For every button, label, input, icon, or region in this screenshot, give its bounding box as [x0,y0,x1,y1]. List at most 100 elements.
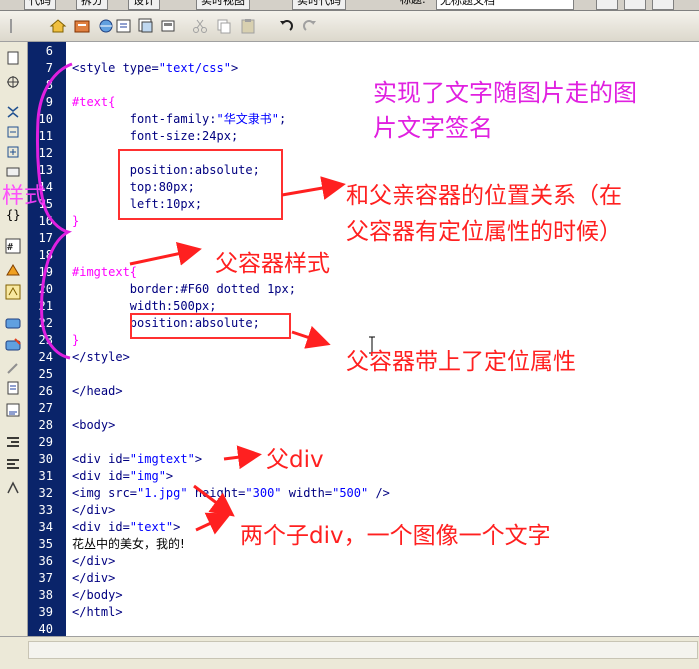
line-number: 32 [38,486,53,500]
line-number: 22 [38,316,53,330]
apply-comment-icon[interactable] [5,316,21,332]
move-css-icon[interactable] [5,402,21,418]
line-number: 21 [38,299,53,313]
home-icon[interactable] [48,16,68,36]
code-line: </html> [72,605,123,619]
line-number: 24 [38,350,53,364]
line-number-gutter: 6 7 8 9 10 11 12 13 14 15 16 17 18 19 20… [28,42,66,636]
line-number: 7 [45,61,53,75]
refresh-icon[interactable] [114,16,134,36]
code-line: </head> [72,384,123,398]
line-number: 38 [38,588,53,602]
preview-browser-icon[interactable] [96,16,116,36]
relation-note-line-2: 父容器有定位属性的时候） [346,219,622,245]
line-number: 28 [38,418,53,432]
design-view-button[interactable]: 设计 [128,0,160,10]
open-documents-icon[interactable] [5,50,21,66]
line-number: 29 [38,435,53,449]
highlight-invalid-code-icon[interactable] [5,262,21,278]
code-line: <div id="text"> [72,520,181,534]
code-line: font-size:24px; [72,129,239,143]
code-line: <body> [72,418,116,432]
format-source-icon[interactable] [5,480,21,496]
title-field[interactable]: 无标题文档 [436,0,574,10]
outdent-icon[interactable] [5,456,21,472]
line-number: 37 [38,571,53,585]
redo-icon[interactable] [300,16,320,36]
line-number: 33 [38,503,53,517]
code-line: 花丛中的美女，我的! [72,537,185,551]
refresh-browser-icon[interactable] [652,0,674,10]
line-number: 34 [38,520,53,534]
line-number: 20 [38,282,53,296]
line-number: 6 [45,44,53,58]
code-line: border:#F60 dotted 1px; [72,282,296,296]
show-code-navigator-icon[interactable] [5,74,21,90]
view-options-icon[interactable] [136,16,156,36]
expand-all-icon[interactable] [5,144,21,160]
line-number: 23 [38,333,53,347]
title-note-line-2: 片文字签名 [373,114,493,142]
line-number: 35 [38,537,53,551]
code-line: } [72,333,80,347]
live-view-button[interactable]: 实时视图 [196,0,250,10]
visual-aids-icon[interactable] [158,16,178,36]
line-number: 8 [45,78,53,92]
wrap-tag-icon[interactable] [5,360,21,376]
line-numbers-icon[interactable]: # [5,238,21,254]
horizontal-scrollbar[interactable] [0,636,699,669]
line-number: 25 [38,367,53,381]
line-number: 16 [38,214,53,228]
code-line: <style type="text/css"> [72,61,239,75]
code-line: </div> [72,503,116,517]
remove-comment-icon[interactable] [5,338,21,354]
svg-text:{}: {} [6,208,20,222]
paste-icon[interactable] [238,16,258,36]
standard-toolbar [0,11,699,42]
grip-icon [10,19,12,33]
line-number: 27 [38,401,53,415]
undo-icon[interactable] [276,16,296,36]
line-number: 10 [38,112,53,126]
recent-snippets-icon[interactable] [5,380,21,396]
copy-icon[interactable] [214,16,234,36]
code-line: </style> [72,350,130,364]
line-number: 36 [38,554,53,568]
parent-div-note: 父div [266,447,324,473]
code-line: </div> [72,554,116,568]
code-line: <div id="imgtext"> [72,452,203,466]
cut-icon[interactable] [190,16,210,36]
code-line: #text{ [72,95,116,109]
collapse-full-tag-icon[interactable] [5,104,21,120]
line-number: 17 [38,231,53,245]
line-number: 11 [38,129,53,143]
line-number: 39 [38,605,53,619]
parent-style-note: 父容器样式 [215,251,330,277]
title-note-line-1: 实现了文字随图片走的图 [373,79,637,107]
line-number: 30 [38,452,53,466]
line-number: 31 [38,469,53,483]
code-line: } [72,214,80,228]
file-status-icon[interactable] [596,0,618,10]
code-view-button[interactable]: 代码 [24,0,56,10]
document-toolbar: 代码 拆分 设计 实时视图 实时代码 标题: 无标题文档 [0,0,699,11]
live-code-button[interactable]: 实时代码 [292,0,346,10]
relation-note-line-1: 和父亲容器的位置关系（在 [346,183,622,209]
line-number: 13 [38,163,53,177]
indent-icon[interactable] [5,434,21,450]
svg-text:#: # [7,242,13,253]
line-number: 19 [38,265,53,279]
collapse-selection-icon[interactable] [5,124,21,140]
code-line: <img src="1.jpg" height="300" width="500… [72,486,390,500]
globe-icon[interactable] [624,0,646,10]
scrollbar-track[interactable] [28,641,698,659]
parent-position-note: 父容器带上了定位属性 [346,349,576,375]
code-line: font-family:"华文隶书"; [72,112,287,126]
file-management-icon[interactable] [72,16,92,36]
parent-position-highlight-box [130,313,291,339]
position-highlight-box [118,149,283,220]
syntax-error-icon[interactable] [5,284,21,300]
line-number: 9 [45,95,53,109]
split-view-button[interactable]: 拆分 [76,0,108,10]
title-label: 标题: [400,0,426,8]
